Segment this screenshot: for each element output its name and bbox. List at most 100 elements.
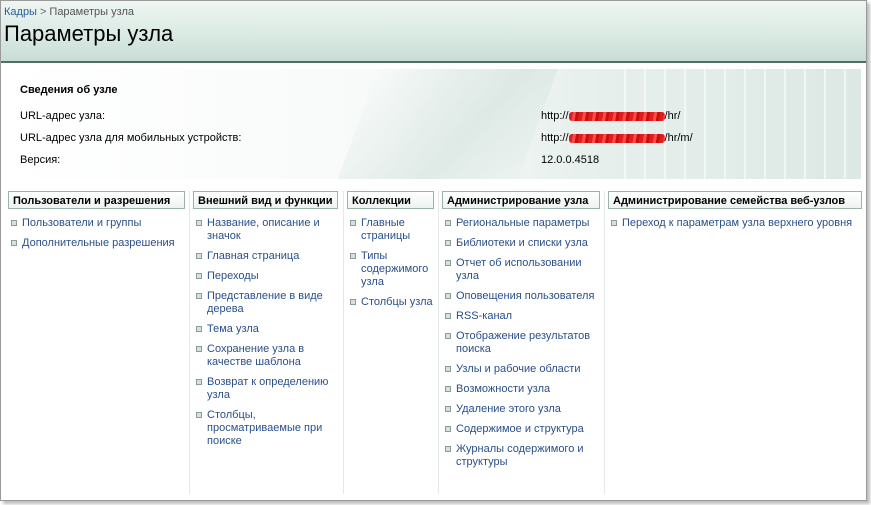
breadcrumb-separator: >	[39, 6, 47, 18]
list-item: RSS-канал	[442, 310, 600, 323]
list-item: Отображение результатов поиска	[442, 330, 600, 356]
link-regional-settings[interactable]: Региональные параметры	[456, 217, 589, 229]
mobile-url-suffix: /hr/m/	[664, 132, 693, 144]
link-reset-to-definition[interactable]: Возврат к определению узла	[207, 376, 328, 401]
link-list: Главные страницы Типы содержимого узла С…	[347, 217, 434, 309]
list-item: Региональные параметры	[442, 217, 600, 230]
link-usage-report[interactable]: Отчет об использовании узла	[456, 257, 582, 282]
square-bullet-icon	[196, 253, 202, 259]
square-bullet-icon	[196, 273, 202, 279]
square-bullet-icon	[445, 260, 451, 266]
list-item: Возврат к определению узла	[193, 376, 338, 402]
square-bullet-icon	[196, 326, 202, 332]
square-bullet-icon	[196, 412, 202, 418]
site-url-label: URL-адрес узла:	[20, 110, 106, 122]
breadcrumb: Кадры > Параметры узла	[4, 6, 134, 18]
link-rss[interactable]: RSS-канал	[456, 310, 512, 322]
square-bullet-icon	[445, 426, 451, 432]
section-look-and-feel: Внешний вид и функции Название, описание…	[193, 191, 338, 455]
section-site-collection-administration: Администрирование семейства веб-узлов Пе…	[608, 191, 862, 237]
link-site-theme[interactable]: Тема узла	[207, 323, 259, 335]
list-item: Удаление этого узла	[442, 403, 600, 416]
square-bullet-icon	[445, 220, 451, 226]
list-item: Библиотеки и списки узла	[442, 237, 600, 250]
link-delete-site[interactable]: Удаление этого узла	[456, 403, 561, 415]
section-users-permissions: Пользователи и разрешения Пользователи и…	[8, 191, 185, 257]
link-tree-view[interactable]: Представление в виде дерева	[207, 290, 323, 315]
breadcrumb-current: Параметры узла	[49, 6, 135, 18]
link-content-structure[interactable]: Содержимое и структура	[456, 423, 584, 435]
square-bullet-icon	[445, 406, 451, 412]
square-bullet-icon	[445, 293, 451, 299]
column-divider	[438, 191, 439, 494]
link-save-as-template[interactable]: Сохранение узла в качестве шаблона	[207, 343, 304, 368]
list-item: Столбцы, просматриваемые при поиске	[193, 409, 338, 448]
square-bullet-icon	[445, 446, 451, 452]
decorative-background-lines	[606, 69, 861, 179]
mobile-url-label: URL-адрес узла для мобильных устройств:	[20, 132, 242, 144]
square-bullet-icon	[196, 379, 202, 385]
square-bullet-icon	[350, 220, 356, 226]
link-user-alerts[interactable]: Оповещения пользователя	[456, 290, 594, 302]
link-top-level-site-settings[interactable]: Переход к параметрам узла верхнего уровн…	[622, 217, 852, 229]
link-sites-workspaces[interactable]: Узлы и рабочие области	[456, 363, 580, 375]
link-list: Переход к параметрам узла верхнего уровн…	[608, 217, 862, 230]
list-item: Типы содержимого узла	[347, 250, 434, 289]
link-site-columns[interactable]: Столбцы узла	[361, 296, 433, 308]
square-bullet-icon	[445, 240, 451, 246]
list-item: Представление в виде дерева	[193, 290, 338, 316]
section-site-administration: Администрирование узла Региональные пара…	[442, 191, 600, 476]
link-advanced-permissions[interactable]: Дополнительные разрешения	[22, 237, 175, 249]
link-searchable-columns[interactable]: Столбцы, просматриваемые при поиске	[207, 409, 322, 447]
link-title-description-icon[interactable]: Название, описание и значок	[207, 217, 320, 242]
list-item: Переход к параметрам узла верхнего уровн…	[608, 217, 862, 230]
site-url-value: http:// /hr/	[541, 110, 680, 122]
link-master-pages[interactable]: Главные страницы	[361, 217, 410, 242]
list-item: Оповещения пользователя	[442, 290, 600, 303]
link-site-features[interactable]: Возможности узла	[456, 383, 550, 395]
page-title: Параметры узла	[4, 21, 174, 46]
redaction-mark	[568, 111, 665, 121]
link-list: Пользователи и группы Дополнительные раз…	[8, 217, 185, 250]
section-heading: Коллекции	[347, 191, 434, 209]
list-item: Сохранение узла в качестве шаблона	[193, 343, 338, 369]
link-users-groups[interactable]: Пользователи и группы	[22, 217, 141, 229]
square-bullet-icon	[11, 240, 17, 246]
link-navigation[interactable]: Переходы	[207, 270, 259, 282]
version-value: 12.0.0.4518	[541, 154, 600, 166]
list-item: Узлы и рабочие области	[442, 363, 600, 376]
site-info-heading: Сведения об узле	[20, 84, 118, 96]
square-bullet-icon	[196, 220, 202, 226]
link-list: Название, описание и значок Главная стра…	[193, 217, 338, 448]
site-info-panel: Сведения об узле URL-адрес узла: http://…	[6, 69, 861, 179]
square-bullet-icon	[196, 346, 202, 352]
link-content-structure-logs[interactable]: Журналы содержимого и структуры	[456, 443, 584, 468]
square-bullet-icon	[445, 386, 451, 392]
site-url-suffix: /hr/	[664, 110, 681, 122]
list-item: Главная страница	[193, 250, 338, 263]
list-item: Отчет об использовании узла	[442, 257, 600, 283]
square-bullet-icon	[611, 220, 617, 226]
link-search-visibility[interactable]: Отображение результатов поиска	[456, 330, 590, 355]
section-heading: Внешний вид и функции	[193, 191, 338, 209]
square-bullet-icon	[350, 253, 356, 259]
breadcrumb-link-parent[interactable]: Кадры	[4, 6, 37, 18]
list-item: Главные страницы	[347, 217, 434, 243]
square-bullet-icon	[350, 299, 356, 305]
section-heading: Пользователи и разрешения	[8, 191, 185, 209]
title-band: Кадры > Параметры узла Параметры узла	[1, 1, 866, 63]
column-divider	[604, 191, 605, 494]
site-url-prefix: http://	[541, 110, 569, 122]
section-galleries: Коллекции Главные страницы Типы содержим…	[347, 191, 434, 316]
link-content-types[interactable]: Типы содержимого узла	[361, 250, 428, 288]
square-bullet-icon	[445, 333, 451, 339]
square-bullet-icon	[445, 313, 451, 319]
link-master-page[interactable]: Главная страница	[207, 250, 299, 262]
square-bullet-icon	[445, 366, 451, 372]
list-item: Столбцы узла	[347, 296, 434, 309]
redaction-mark	[568, 133, 665, 143]
column-divider	[343, 191, 344, 494]
list-item: Название, описание и значок	[193, 217, 338, 243]
square-bullet-icon	[11, 220, 17, 226]
link-libraries-lists[interactable]: Библиотеки и списки узла	[456, 237, 588, 249]
